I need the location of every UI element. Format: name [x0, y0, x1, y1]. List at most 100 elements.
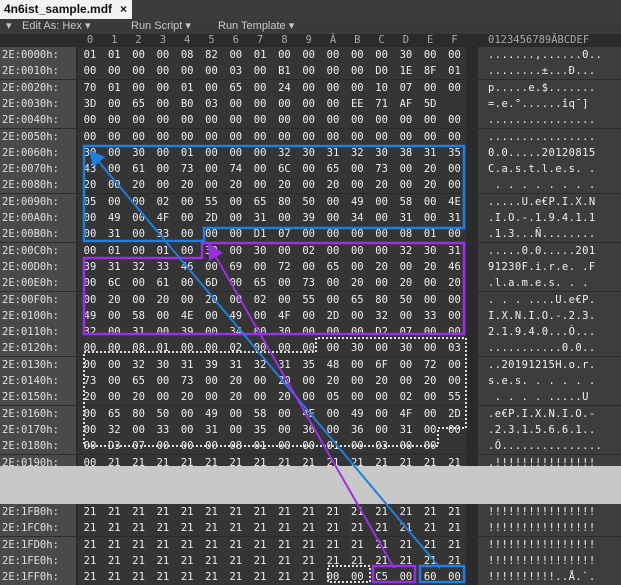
hex-byte[interactable]: 21: [105, 537, 123, 553]
hex-byte[interactable]: 49: [203, 406, 221, 422]
hex-byte[interactable]: 00: [421, 80, 439, 96]
hex-byte[interactable]: 07: [275, 226, 293, 242]
hex-byte[interactable]: 00: [251, 324, 269, 340]
hex-byte[interactable]: 31: [251, 210, 269, 226]
hex-byte[interactable]: 00: [227, 129, 245, 145]
hex-byte[interactable]: 32: [81, 324, 99, 340]
hex-byte[interactable]: 21: [300, 520, 318, 536]
hex-byte[interactable]: 08: [178, 47, 196, 63]
hex-byte[interactable]: 21: [178, 537, 196, 553]
hex-byte[interactable]: 01: [154, 340, 172, 356]
hex-byte[interactable]: 07: [397, 324, 415, 340]
hex-byte[interactable]: 00: [324, 243, 342, 259]
hex-byte[interactable]: 00: [446, 324, 464, 340]
hex-byte[interactable]: 39: [81, 259, 99, 275]
hex-row[interactable]: 2E:0140h: 73 00 65 00 73 00 20 00 20 00 20 00 20 00 20 0…: [0, 373, 621, 389]
hex-byte[interactable]: 30: [81, 145, 99, 161]
hex-byte[interactable]: 21: [203, 520, 221, 536]
hex-byte[interactable]: 00: [348, 161, 366, 177]
hex-byte[interactable]: 21: [300, 537, 318, 553]
hex-byte[interactable]: 00: [446, 226, 464, 242]
hex-byte[interactable]: 00: [227, 96, 245, 112]
hex-byte[interactable]: 21: [81, 569, 99, 585]
hex-byte[interactable]: 00: [324, 194, 342, 210]
hex-byte[interactable]: 00: [203, 389, 221, 405]
hex-byte[interactable]: 21: [348, 537, 366, 553]
hex-byte[interactable]: 00: [446, 129, 464, 145]
hex-byte[interactable]: 32: [251, 357, 269, 373]
ascii-text[interactable]: =.e.°......îq¯]: [478, 95, 621, 112]
hex-byte[interactable]: 21: [324, 537, 342, 553]
hex-byte[interactable]: 00: [130, 80, 148, 96]
hex-row[interactable]: 2E:1FE0h: 21 21 21 21 21 21 21 21 21 21 21 21 21 21 21 2…: [0, 552, 621, 569]
hex-byte[interactable]: 00: [446, 569, 464, 585]
hex-byte[interactable]: 6C: [275, 161, 293, 177]
ascii-text[interactable]: !!!!!!!!!!..Å.`.: [478, 569, 621, 585]
hex-byte[interactable]: 00: [446, 292, 464, 308]
hex-byte[interactable]: 21: [81, 504, 99, 520]
hex-byte[interactable]: 65: [251, 194, 269, 210]
hex-byte[interactable]: 21: [130, 569, 148, 585]
hex-byte[interactable]: 00: [275, 340, 293, 356]
hex-byte[interactable]: 49: [348, 194, 366, 210]
hex-byte[interactable]: 00: [178, 275, 196, 291]
hex-byte[interactable]: 33: [421, 308, 439, 324]
hex-byte[interactable]: 31: [105, 259, 123, 275]
hex-byte[interactable]: 70: [81, 80, 99, 96]
hex-byte[interactable]: 49: [105, 210, 123, 226]
hex-byte[interactable]: 21: [105, 504, 123, 520]
hex-byte[interactable]: 00: [203, 438, 221, 454]
hex-byte[interactable]: 71: [373, 96, 391, 112]
hex-byte[interactable]: 32: [105, 422, 123, 438]
hex-byte[interactable]: C5: [373, 569, 391, 585]
hex-byte[interactable]: 00: [421, 340, 439, 356]
hex-byte[interactable]: 01: [105, 47, 123, 63]
hex-byte[interactable]: 58: [251, 406, 269, 422]
hex-byte[interactable]: 00: [81, 340, 99, 356]
hex-byte[interactable]: 00: [324, 63, 342, 79]
hex-byte[interactable]: 00: [397, 177, 415, 193]
hex-byte[interactable]: 00: [203, 80, 221, 96]
hex-byte[interactable]: 00: [130, 112, 148, 128]
hex-byte[interactable]: 21: [130, 553, 148, 569]
hex-byte[interactable]: 08: [227, 438, 245, 454]
hex-byte[interactable]: 00: [227, 226, 245, 242]
hex-byte[interactable]: 00: [227, 210, 245, 226]
hex-byte[interactable]: 21: [154, 569, 172, 585]
hex-byte[interactable]: 21: [251, 504, 269, 520]
edit-as-menu[interactable]: Edit As: Hex ▾: [22, 19, 91, 34]
hex-byte[interactable]: 32: [397, 243, 415, 259]
hex-byte[interactable]: 01: [251, 438, 269, 454]
hex-byte[interactable]: 00: [348, 373, 366, 389]
hex-byte[interactable]: 00: [373, 406, 391, 422]
hex-byte[interactable]: 35: [251, 422, 269, 438]
hex-byte[interactable]: 31: [446, 243, 464, 259]
hex-byte[interactable]: 00: [324, 80, 342, 96]
hex-byte[interactable]: 00: [203, 226, 221, 242]
hex-byte[interactable]: 32: [275, 145, 293, 161]
hex-byte[interactable]: 80: [373, 292, 391, 308]
hex-byte[interactable]: 00: [446, 161, 464, 177]
hex-byte[interactable]: 00: [324, 406, 342, 422]
hex-byte[interactable]: 00: [154, 373, 172, 389]
hex-byte[interactable]: 00: [81, 129, 99, 145]
hex-byte[interactable]: 46: [446, 259, 464, 275]
ascii-text[interactable]: .......,......0..: [478, 47, 621, 63]
hex-byte[interactable]: 20: [154, 292, 172, 308]
hex-byte[interactable]: 73: [373, 161, 391, 177]
hex-byte[interactable]: 21: [373, 520, 391, 536]
hex-byte[interactable]: 00: [81, 226, 99, 242]
hex-byte[interactable]: 20: [421, 259, 439, 275]
hex-byte[interactable]: 00: [421, 275, 439, 291]
hex-byte[interactable]: 55: [203, 194, 221, 210]
hex-row[interactable]: 2E:1FC0h: 21 21 21 21 21 21 21 21 21 21 21 21 21 21 21 2…: [0, 520, 621, 537]
hex-byte[interactable]: 24: [275, 80, 293, 96]
hex-byte[interactable]: 21: [421, 520, 439, 536]
hex-byte[interactable]: 35: [446, 145, 464, 161]
hex-byte[interactable]: 00: [203, 373, 221, 389]
ascii-text[interactable]: .I.O.-.1.9.4.1.1: [478, 210, 621, 226]
hex-byte[interactable]: 21: [373, 537, 391, 553]
hex-byte[interactable]: 21: [81, 537, 99, 553]
hex-byte[interactable]: 00: [251, 259, 269, 275]
collapse-icon[interactable]: ▾: [6, 19, 12, 34]
